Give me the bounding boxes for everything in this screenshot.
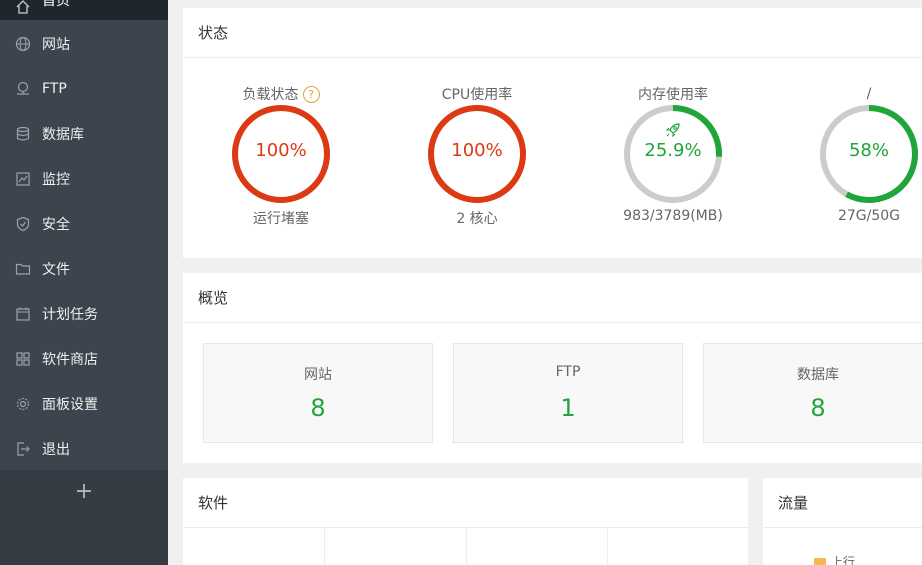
sidebar-item-store[interactable]: 软件商店: [0, 336, 168, 381]
sidebar-item-database[interactable]: 数据库: [0, 111, 168, 156]
grid-divider: [466, 528, 467, 565]
sidebar-item-label: 退出: [42, 441, 70, 458]
panel-title: 软件: [198, 494, 229, 512]
sidebar-item-label: 网站: [42, 36, 70, 53]
database-icon: [14, 125, 32, 143]
status-panel: 状态 负载状态 ? 100% 运行堵塞 CPU使用率 100% 2 核心 内存使…: [183, 8, 922, 258]
overview-card-website[interactable]: 网站 8: [203, 343, 433, 443]
overview-label: 数据库: [797, 367, 839, 383]
sidebar-item-label: 首页: [42, 0, 70, 9]
sidebar-footer: +: [0, 470, 168, 565]
sidebar-item-logout[interactable]: 退出: [0, 426, 168, 471]
overview-card-database[interactable]: 数据库 8: [703, 343, 922, 443]
overview-label: 网站: [304, 367, 332, 383]
overview-panel: 概览 网站 8 FTP 1 数据库 8: [183, 273, 922, 463]
overview-value: 8: [310, 394, 326, 422]
legend-swatch-up: [814, 558, 826, 565]
sidebar-item-label: 计划任务: [42, 306, 98, 323]
panel-title: 流量: [778, 494, 809, 512]
monitor-icon: [14, 170, 32, 188]
gauge-value: 100%: [255, 140, 307, 161]
gauge-label: 内存使用率: [638, 87, 708, 103]
gear-icon: [14, 395, 32, 413]
gauge-label-text: 负载状态: [242, 87, 299, 103]
sidebar: 首页 网站 FTP 数据库 监控 安全 文件 计划任务 软件商店 面板设置 退出…: [0, 0, 168, 565]
software-panel: 软件: [183, 478, 748, 565]
grid-divider: [607, 528, 608, 565]
add-shortcut-button[interactable]: +: [0, 480, 168, 504]
overview-card-ftp[interactable]: FTP 1: [453, 343, 683, 443]
gauge-value: 25.9%: [644, 140, 702, 161]
gauge-sub: 27G/50G: [837, 208, 901, 224]
ftp-icon: [14, 80, 32, 98]
shield-icon: [14, 215, 32, 233]
divider: [763, 527, 922, 528]
sidebar-item-label: FTP: [42, 80, 67, 97]
home-icon: [14, 0, 32, 16]
gauge-label: /: [866, 86, 872, 102]
sidebar-item-security[interactable]: 安全: [0, 201, 168, 246]
sidebar-item-label: 软件商店: [42, 351, 98, 368]
sidebar-item-website[interactable]: 网站: [0, 21, 168, 66]
gauge-value: 58%: [848, 140, 889, 161]
divider: [183, 57, 922, 58]
sidebar-item-label: 文件: [42, 261, 70, 278]
overview-value: 1: [560, 394, 576, 422]
calendar-icon: [14, 305, 32, 323]
sidebar-item-monitor[interactable]: 监控: [0, 156, 168, 201]
sidebar-item-label: 监控: [42, 171, 70, 188]
logout-icon: [14, 440, 32, 458]
sidebar-item-label: 数据库: [42, 126, 84, 143]
sidebar-item-label: 面板设置: [42, 396, 98, 413]
gauge-sub: 运行堵塞: [253, 211, 309, 227]
gauge-sub: 2 核心: [456, 211, 498, 227]
panel-title: 概览: [198, 289, 229, 307]
overview-label: FTP: [555, 364, 581, 380]
gauge-value: 100%: [451, 140, 503, 161]
apps-icon: [14, 350, 32, 368]
sidebar-item-files[interactable]: 文件: [0, 246, 168, 291]
gauge-label: CPU使用率: [441, 87, 513, 103]
help-icon[interactable]: ?: [302, 85, 320, 103]
sidebar-item-settings[interactable]: 面板设置: [0, 381, 168, 426]
sidebar-item-cron[interactable]: 计划任务: [0, 291, 168, 336]
globe-icon: [14, 35, 32, 53]
sidebar-item-home[interactable]: 首页: [0, 0, 168, 20]
gauge-label: 负载状态 ?: [183, 84, 379, 104]
traffic-panel: 流量 上行: [763, 478, 922, 565]
overview-value: 8: [810, 394, 826, 422]
folder-icon: [14, 260, 32, 278]
sidebar-item-label: 安全: [42, 216, 70, 233]
panel-title: 状态: [198, 24, 229, 42]
legend-label-up[interactable]: 上行: [831, 553, 855, 565]
sidebar-item-ftp[interactable]: FTP: [0, 66, 168, 111]
divider: [183, 322, 922, 323]
grid-divider: [324, 528, 325, 565]
gauge-sub: 983/3789(MB): [623, 208, 723, 224]
